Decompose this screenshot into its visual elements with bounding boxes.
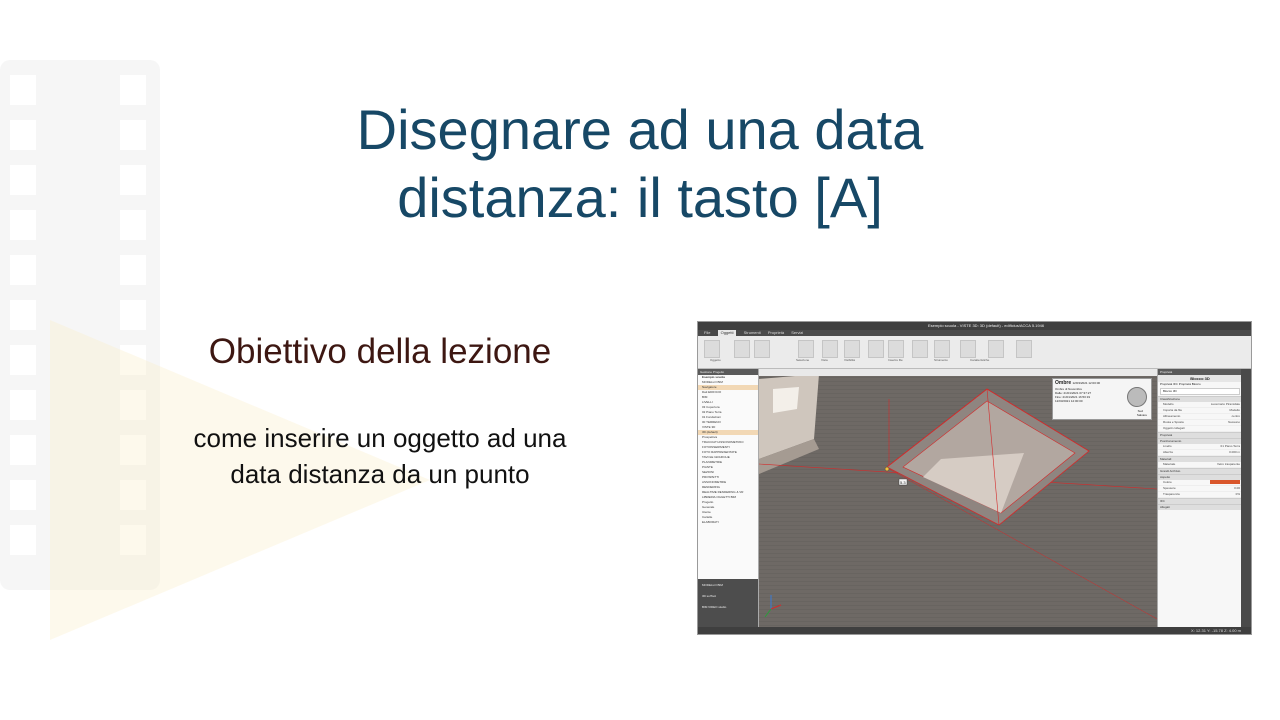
- object-name: Blocco 3D: [1158, 375, 1242, 382]
- tab-block[interactable]: Proprietà Blocco: [1179, 382, 1201, 386]
- shadow-date: 12/03/2021 12:00:00: [1072, 381, 1101, 385]
- property-key: Importa da file: [1163, 408, 1183, 412]
- property-key: Ruota e Sposta: [1163, 420, 1184, 424]
- property-value[interactable]: 0.000 m: [1229, 450, 1240, 455]
- ribbon-button[interactable]: [704, 340, 720, 358]
- filter-field[interactable]: Blocco 3D: [1160, 388, 1240, 395]
- ribbon-group-label: Vista: [821, 358, 828, 362]
- property-value[interactable]: centro: [1232, 414, 1240, 419]
- slide-title: Disegnare ad una data distanza: il tasto…: [300, 96, 980, 232]
- save-button[interactable]: Salvare: [1137, 413, 1147, 417]
- slide-title-line2: distanza: il tasto [A]: [397, 166, 883, 229]
- ribbon-group-label: Visibilità: [844, 358, 855, 362]
- ribbon-button[interactable]: [988, 340, 1004, 358]
- ribbon-button[interactable]: [1016, 340, 1032, 358]
- shadow-panel: Ombre 12/03/2021 12:00:00 Ombre di Novem…: [1052, 378, 1152, 420]
- property-value[interactable]: 0%: [1236, 492, 1240, 497]
- properties-panel: Proprietà Blocco 3D Proprietà IFC Propri…: [1157, 369, 1242, 634]
- status-bar: X: 12.31 Y: -15.78 Z: 4.00 m: [698, 627, 1251, 634]
- property-value[interactable]: Lucernario Piramidale: [1211, 402, 1240, 407]
- slide-body-line2: data distanza da un punto: [230, 459, 530, 489]
- distance-label: 5.3: [900, 480, 906, 485]
- ribbon-button[interactable]: [734, 340, 750, 358]
- footer-item[interactable]: 3D solTool: [698, 594, 758, 599]
- ribbon-group-label: Caratteristiche: [970, 358, 990, 362]
- property-key: Allineamento: [1163, 414, 1181, 418]
- ribbon-button[interactable]: [960, 340, 976, 358]
- property-key: Livello: [1163, 444, 1172, 448]
- side-tabs[interactable]: [1241, 369, 1251, 634]
- ribbon-button[interactable]: [888, 340, 904, 358]
- ribbon-button[interactable]: [798, 340, 814, 358]
- property-key: Modello: [1163, 402, 1174, 406]
- app-window-title: Esempio scuola - VISTE 3D: 3D (default) …: [928, 323, 1045, 328]
- ribbon-group-label: Inserire file: [888, 358, 903, 362]
- ribbon-group-label: Selezione: [796, 358, 810, 362]
- property-key: Colore: [1163, 480, 1172, 484]
- property-key: Trasparenza: [1163, 492, 1180, 496]
- property-key: Materiale: [1163, 462, 1176, 466]
- color-swatch[interactable]: [1210, 480, 1240, 484]
- slide-body: come inserire un oggetto ad una data dis…: [120, 420, 640, 492]
- slide-body-line1: come inserire un oggetto ad una: [193, 423, 567, 453]
- ribbon-button[interactable]: [822, 340, 838, 358]
- app-titlebar: Esempio scuola - VISTE 3D: 3D (default) …: [698, 322, 1251, 330]
- ribbon-button[interactable]: [912, 340, 928, 358]
- ribbon-button[interactable]: [868, 340, 884, 358]
- ribbon-button[interactable]: [934, 340, 950, 358]
- viewport-toolbar: [759, 369, 1157, 376]
- slide-subtitle: Obiettivo della lezione: [208, 332, 552, 371]
- properties-tabs: Proprietà IFC Proprietà Blocco: [1158, 382, 1242, 387]
- footer-item[interactable]: BIM VIDEO studio: [698, 605, 758, 610]
- footer-item[interactable]: MODELLO BIM: [698, 583, 758, 588]
- property-key: Spessore: [1163, 486, 1176, 490]
- property-value[interactable]: Modello: [1229, 408, 1240, 413]
- status-coordinates: X: 12.31 Y: -15.78 Z: 4.00 m: [1191, 628, 1241, 633]
- property-value[interactable]: 01 Piano Terra: [1221, 444, 1240, 449]
- compass-icon[interactable]: [1127, 387, 1147, 407]
- app-ribbon: Oggetto Selezione Vista Visibilità Inser…: [698, 336, 1251, 369]
- property-key: Oggetti collegati: [1163, 426, 1185, 430]
- software-screenshot: Esempio scuola - VISTE 3D: 3D (default) …: [697, 321, 1252, 635]
- property-value[interactable]: 0.00: [1234, 486, 1240, 491]
- property-value[interactable]: Vetro trasparente: [1217, 462, 1240, 467]
- project-panel: Gestione Progetto Esempio scuola MODELLO…: [698, 369, 759, 634]
- tree-item[interactable]: ELABORATI: [698, 520, 758, 525]
- shadow-title-text: Ombre: [1055, 380, 1072, 386]
- tab-ifc[interactable]: Proprietà IFC: [1160, 382, 1178, 386]
- slide-title-line1: Disegnare ad una data: [356, 98, 924, 161]
- properties-section[interactable]: Allegati: [1158, 504, 1242, 510]
- property-key: Altezza: [1163, 450, 1173, 454]
- project-panel-footer: MODELLO BIM 3D solTool BIM VIDEO studio: [698, 579, 758, 634]
- ribbon-group-label: Strumento: [934, 358, 948, 362]
- ribbon-button[interactable]: [754, 340, 770, 358]
- property-value[interactable]: Nessuno: [1228, 420, 1240, 425]
- shadow-panel-title: Ombre 12/03/2021 12:00:00: [1053, 379, 1151, 387]
- ribbon-button[interactable]: [844, 340, 860, 358]
- ribbon-group-label: Oggetto: [710, 358, 721, 362]
- 3d-viewport[interactable]: 5.3 Ombre 12/03/2021 12:00:00 Ombre di N…: [759, 369, 1157, 627]
